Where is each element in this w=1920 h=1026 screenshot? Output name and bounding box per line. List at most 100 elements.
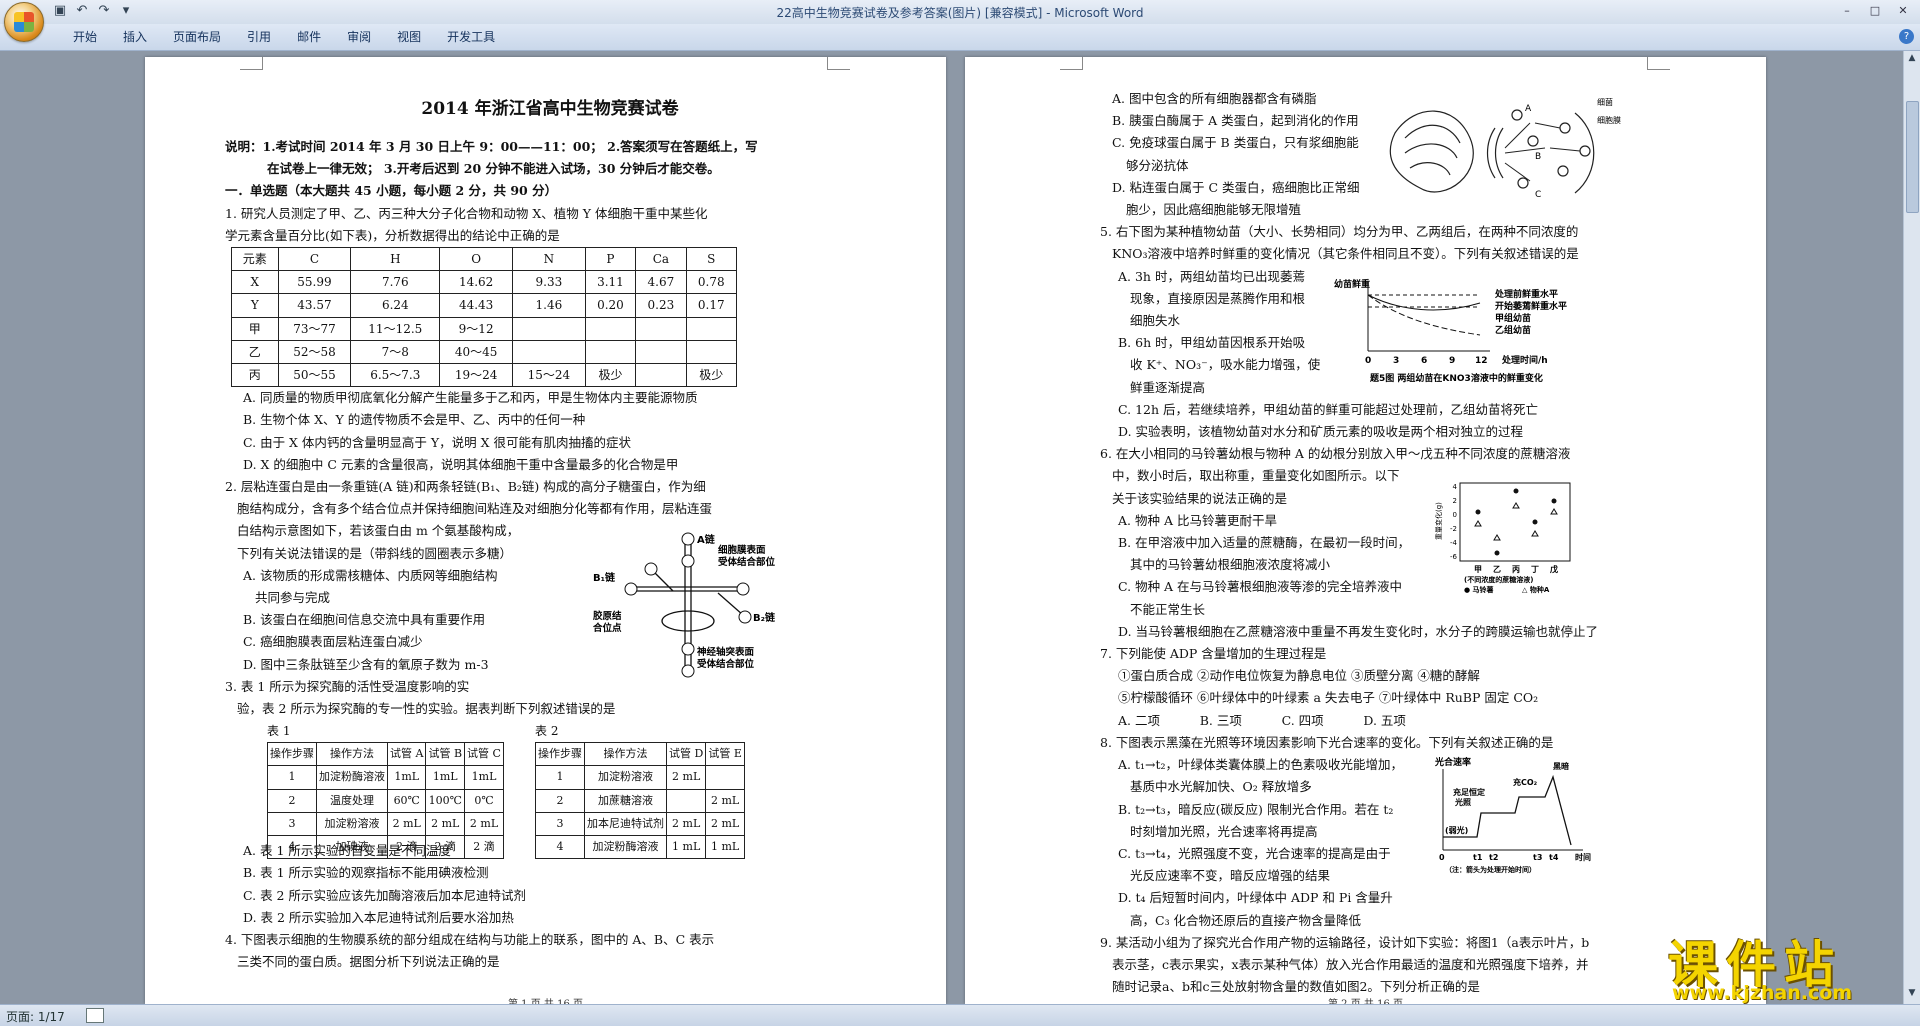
- proofing-icon[interactable]: [86, 1008, 104, 1023]
- b1-chain-label: B₁链: [593, 571, 616, 584]
- office-button[interactable]: [4, 2, 44, 42]
- tab-page-layout[interactable]: 页面布局: [160, 29, 234, 45]
- table-cell: 1 mL: [665, 835, 707, 860]
- table-cell: 2 mL: [705, 811, 745, 837]
- legend-pre: 处理前鲜重水平: [1494, 288, 1558, 300]
- option-text: 其中的马铃薯幼根细胞液浓度将减小: [1130, 557, 1331, 573]
- legend-potato: ● 马铃薯: [1464, 585, 1494, 594]
- table-cell: 6.5～7.3: [350, 363, 441, 388]
- table-cell: [512, 339, 586, 365]
- table-cell: 0.78: [685, 270, 738, 295]
- table-cell: 3.11: [584, 270, 637, 295]
- scroll-down-icon[interactable]: ▼: [1904, 988, 1920, 1002]
- table-cell: 温度处理: [316, 788, 388, 813]
- table-header-cell: O: [439, 247, 513, 272]
- question-text: 2. 层粘连蛋白是由一条重链(A 链)和两条轻链(B₁、B₂链) 构成的高分子糖…: [225, 479, 706, 495]
- tab-home[interactable]: 开始: [60, 29, 110, 45]
- label-bacteria: 细菌: [1597, 97, 1613, 107]
- question-text: 1. 研究人员测定了甲、乙、丙三种大分子化合物和动物 X、植物 Y 体细胞干重中…: [225, 205, 708, 221]
- crop-mark: [240, 57, 263, 70]
- table-cell: [584, 339, 637, 365]
- table-header-cell: 操作步骤: [267, 742, 317, 767]
- table-row: 4 加碘液 2 滴2 滴2 滴: [267, 835, 504, 860]
- document-page-2[interactable]: A. 图中包含的所有细胞器都含有磷脂 B. 胰蛋白酶属于 A 类蛋白，起到消化的…: [965, 57, 1766, 1004]
- y-tick: 0: [1453, 511, 1457, 519]
- page-footer: 第 2 页 共 16 页: [965, 995, 1766, 1004]
- enzyme-table-2: 操作步骤 操作方法 试管 D 试管 E 1 加淀粉溶液 2 mL 2 加蔗糖溶液 2 mL 3 加本尼…: [535, 742, 745, 860]
- help-icon[interactable]: ?: [1899, 29, 1914, 44]
- scroll-thumb[interactable]: [1906, 101, 1919, 213]
- scroll-up-icon[interactable]: ▲: [1904, 53, 1920, 67]
- table-cell: 73～77: [277, 316, 352, 341]
- table-cell: [685, 339, 738, 365]
- x-tick: 0: [1365, 356, 1371, 366]
- cell-surface-label: 细胞膜表面: [718, 544, 766, 556]
- table-cell: 44.43: [439, 293, 513, 318]
- table-cell: 0℃: [464, 788, 504, 813]
- photosynthesis-rate-chart: 光合速率 黑暗 充CO₂ 充足恒定 光照 (弱光) 0 t1 t2 t3 t4 …: [1434, 756, 1591, 874]
- table-cell: 7.76: [350, 270, 441, 295]
- tab-developer[interactable]: 开发工具: [434, 29, 508, 45]
- table-cell: 2: [267, 788, 317, 813]
- page-count[interactable]: 页面: 1/17: [6, 1008, 65, 1025]
- maximize-button[interactable]: □: [1862, 2, 1888, 20]
- vertical-scrollbar[interactable]: ▲ ▼: [1903, 51, 1920, 1004]
- question-text: 验，表 2 所示为探究酶的专一性的实验。据表判断下列叙述错误的是: [237, 701, 616, 717]
- close-button[interactable]: ✕: [1890, 2, 1916, 20]
- window-title: 22高中生物竞赛试卷及参考答案(图片) [兼容模式] - Microsoft W…: [776, 6, 1144, 20]
- table-cell: 14.62: [439, 270, 513, 295]
- table-cell: 100℃: [425, 788, 466, 813]
- table-cell: 加淀粉酶溶液: [584, 835, 667, 860]
- table-cell: 43.57: [277, 293, 352, 318]
- table-cell: 乙: [231, 339, 279, 365]
- document-page-1[interactable]: 2014 年浙江省高中生物竞赛试卷 说明：1.考试时间 2014 年 3 月 3…: [145, 57, 946, 1004]
- table-cell: 2 mL: [464, 811, 504, 837]
- table-cell: 3: [535, 811, 585, 837]
- option-text: A. t₁→t₂，叶绿体类囊体膜上的色素吸收光能增加，: [1118, 757, 1404, 773]
- table-row: 3 加淀粉溶液 2 mL 2 mL 2 mL: [267, 811, 504, 837]
- table-cell: 4: [535, 835, 585, 860]
- tab-insert[interactable]: 插入: [110, 29, 160, 45]
- series-group-b: [1367, 294, 1481, 336]
- table-cell: 1: [535, 765, 585, 790]
- table-row: 3 加本尼迪特试剂 2 mL 2 mL: [535, 811, 745, 837]
- question-text: KNO₃溶液中培养时鲜重的变化情况（其它条件相同且不变）。下列有关叙述错误的是: [1112, 246, 1579, 262]
- table-cell: 0.20: [584, 293, 637, 318]
- y-tick: 2: [1453, 497, 1457, 505]
- tab-review[interactable]: 审阅: [334, 29, 384, 45]
- option-text: ⑤柠檬酸循环 ⑥叶绿体中的叶绿素 a 失去电子 ⑦叶绿体中 RuBP 固定 CO…: [1118, 690, 1539, 706]
- series-group-a: [1367, 294, 1481, 311]
- weight-change-chart: 重量变化(g) 4 2 0 -2 -4 -6 甲 乙 丙 丁 戊 (不同浓度的蔗…: [1434, 482, 1571, 594]
- fresh-weight-chart: 幼苗鲜重 处理前鲜重水平 开始萎蔫鲜重水平 甲组幼苗 乙组幼苗 0 3 6 9 …: [1334, 278, 1567, 384]
- table-header-cell: P: [584, 247, 637, 272]
- x-axis-label: 时间: [1575, 852, 1591, 862]
- option-text: C. 由于 X 体内钙的含量明显高于 Y，说明 X 很可能有肌肉抽搐的症状: [243, 434, 631, 450]
- table-cell: 2 mL: [425, 811, 466, 837]
- window-controls: – □ ✕: [1834, 2, 1916, 20]
- tab-references[interactable]: 引用: [234, 29, 284, 45]
- option-text: B. 生物个体 X、Y 的遗传物质不会是甲、乙、丙中的任何一种: [243, 412, 586, 428]
- instruction-line: 说明：1.考试时间 2014 年 3 月 30 日上午 9：00——11：00；…: [225, 139, 758, 154]
- table-row: 2 加蔗糖溶液 2 mL: [535, 788, 745, 813]
- option-text: B. 表 1 所示实验的观察指标不能用碘液检测: [243, 865, 489, 881]
- label-membrane: 细胞膜: [1597, 115, 1621, 125]
- table-row: 4 加淀粉酶溶液 1 mL 1 mL: [535, 835, 745, 860]
- x-category: 乙: [1493, 565, 1501, 574]
- y-axis-label: 光合速率: [1434, 756, 1471, 768]
- x-tick: t1: [1473, 853, 1483, 862]
- y-axis-label: 幼苗鲜重: [1334, 278, 1370, 290]
- table-cell: 加碘液: [316, 835, 388, 860]
- table-cell: 1mL: [386, 765, 427, 790]
- table-cell: 60℃: [386, 788, 427, 813]
- receptor-site-label: 受体结合部位: [697, 658, 755, 670]
- tab-view[interactable]: 视图: [384, 29, 434, 45]
- table-cell: 2 滴: [464, 835, 504, 860]
- option-text: 时刻增加光照，光合速率将再提高: [1130, 823, 1318, 839]
- legend-wilt: 开始萎蔫鲜重水平: [1495, 300, 1567, 312]
- table-cell: 19～24: [439, 363, 513, 388]
- question-text: 三类不同的蛋白质。据图分析下列说法正确的是: [237, 954, 500, 970]
- minimize-button[interactable]: –: [1834, 2, 1860, 20]
- collagen-site-label: 合位点: [593, 622, 622, 634]
- option-text: ①蛋白质合成 ②动作电位恢复为静息电位 ③质壁分离 ④糖的酵解: [1118, 668, 1480, 684]
- tab-mailings[interactable]: 邮件: [284, 29, 334, 45]
